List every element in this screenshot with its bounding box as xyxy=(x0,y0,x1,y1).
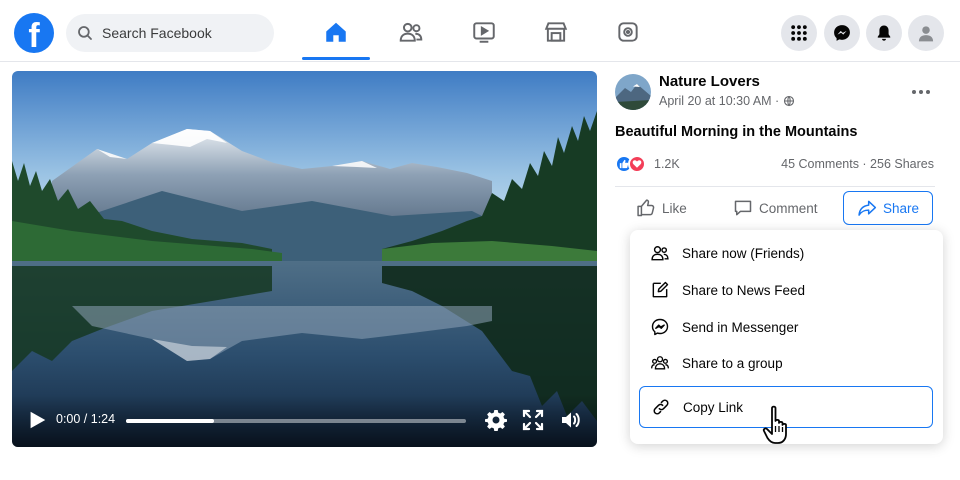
video-player[interactable]: 0:00 / 1:24 xyxy=(12,71,597,447)
page-avatar-image xyxy=(615,74,651,110)
like-button[interactable]: Like xyxy=(636,192,687,224)
menu-item-label: Share to a group xyxy=(682,355,783,371)
friends-icon xyxy=(399,22,423,42)
divider xyxy=(615,186,935,187)
facebook-logo[interactable]: f xyxy=(14,13,54,53)
tab-gaming[interactable] xyxy=(594,10,662,54)
post-options-button[interactable] xyxy=(906,82,936,102)
like-icon xyxy=(637,199,655,217)
comment-icon xyxy=(734,200,752,216)
more-dot xyxy=(926,90,930,94)
menu-item-group[interactable]: Share to a group xyxy=(630,346,943,380)
video-controls: 0:00 / 1:24 xyxy=(12,395,597,447)
home-icon xyxy=(326,22,346,42)
comment-button[interactable]: Comment xyxy=(733,192,818,224)
video-thumbnail-mountain-lake xyxy=(12,71,597,447)
tab-marketplace[interactable] xyxy=(522,10,590,54)
profile-avatar-button[interactable] xyxy=(908,15,944,51)
fullscreen-icon[interactable] xyxy=(521,408,545,432)
page-name[interactable]: Nature Lovers xyxy=(659,73,760,90)
profile-avatar xyxy=(918,26,934,42)
search-input[interactable] xyxy=(102,25,262,41)
menu-item-news-feed[interactable]: Share to News Feed xyxy=(630,273,943,307)
search-icon xyxy=(78,26,92,40)
post-stats[interactable]: 45 Comments · 256 Shares xyxy=(781,157,934,171)
watch-icon xyxy=(473,22,495,43)
reactions-summary[interactable]: 1.2K xyxy=(615,155,680,173)
messenger-icon xyxy=(651,318,669,336)
like-label: Like xyxy=(662,200,687,216)
hand-cursor-icon xyxy=(762,405,787,444)
settings-icon[interactable] xyxy=(484,408,508,432)
tab-home[interactable] xyxy=(302,10,370,60)
search-box[interactable] xyxy=(66,14,274,52)
menu-item-label: Send in Messenger xyxy=(682,319,799,335)
menu-grid-icon xyxy=(791,25,807,41)
group-icon xyxy=(651,356,669,370)
messenger-button[interactable] xyxy=(824,15,860,51)
heart-icon xyxy=(632,160,642,168)
share-button[interactable]: Share xyxy=(843,191,933,225)
page-avatar[interactable] xyxy=(615,74,651,110)
marketplace-icon xyxy=(544,22,568,42)
post-meta: April 20 at 10:30 AM · xyxy=(659,94,795,108)
bell-icon xyxy=(877,25,891,41)
more-dot xyxy=(912,90,916,94)
share-label: Share xyxy=(882,200,920,216)
reaction-count: 1.2K xyxy=(654,157,680,171)
play-icon[interactable] xyxy=(26,409,48,431)
menu-item-label: Copy Link xyxy=(683,399,744,415)
share-friends-icon xyxy=(651,246,669,261)
more-dot xyxy=(919,90,923,94)
link-icon xyxy=(653,399,669,415)
video-progress-bar[interactable] xyxy=(126,419,466,423)
globe-icon xyxy=(784,95,795,107)
menu-item-share-now[interactable]: Share now (Friends) xyxy=(630,236,943,270)
menu-button[interactable] xyxy=(781,15,817,51)
gaming-icon xyxy=(618,22,638,42)
messenger-icon xyxy=(834,25,850,41)
menu-item-messenger[interactable]: Send in Messenger xyxy=(630,310,943,344)
menu-item-label: Share to News Feed xyxy=(682,282,806,298)
video-time: 0:00 / 1:24 xyxy=(56,412,116,426)
edit-icon xyxy=(652,281,669,298)
post-date[interactable]: April 20 at 10:30 AM · xyxy=(659,94,779,108)
post-title: Beautiful Morning in the Mountains xyxy=(615,124,858,140)
notifications-button[interactable] xyxy=(866,15,902,51)
menu-item-label: Share now (Friends) xyxy=(682,245,805,261)
video-progress-fill xyxy=(126,419,215,423)
tab-watch[interactable] xyxy=(450,10,518,54)
top-navigation-bar: f xyxy=(0,0,960,62)
love-reaction xyxy=(628,155,646,173)
share-icon xyxy=(858,200,877,216)
volume-icon[interactable] xyxy=(559,408,583,432)
comment-label: Comment xyxy=(759,200,818,216)
tab-friends[interactable] xyxy=(377,10,445,54)
